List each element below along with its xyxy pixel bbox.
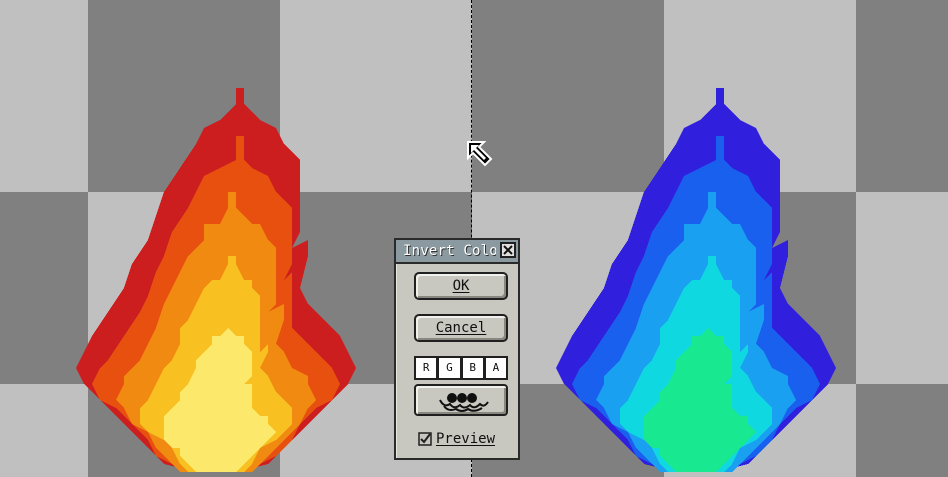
channel-r-toggle[interactable]: R <box>414 356 438 380</box>
channel-b-toggle[interactable]: B <box>460 356 484 380</box>
ok-button[interactable]: OK <box>414 272 508 300</box>
preview-checkbox-row[interactable]: Preview <box>418 430 495 448</box>
resize-cursor-icon <box>467 141 493 167</box>
checkmark-icon[interactable] <box>418 432 432 446</box>
channel-selector: R G B A <box>414 356 508 382</box>
target-layers-button[interactable] <box>414 384 508 416</box>
cancel-button[interactable]: Cancel <box>414 314 508 342</box>
ok-button-label: OK <box>452 278 470 294</box>
channel-g-toggle[interactable]: G <box>437 356 461 380</box>
close-icon <box>503 245 513 255</box>
flame-sprite-original <box>76 88 356 472</box>
dialog-titlebar[interactable]: Invert Color <box>396 240 518 264</box>
flame-sprite-inverted <box>556 88 836 472</box>
close-button[interactable] <box>500 242 516 258</box>
cancel-button-label: Cancel <box>435 320 487 336</box>
layers-target-icon <box>439 393 489 412</box>
dialog-title: Invert Color <box>403 243 496 259</box>
invert-color-dialog: Invert Color OK Cancel R G B A Previ <box>394 238 520 460</box>
preview-label: Preview <box>436 431 496 447</box>
channel-a-toggle[interactable]: A <box>483 356 508 380</box>
